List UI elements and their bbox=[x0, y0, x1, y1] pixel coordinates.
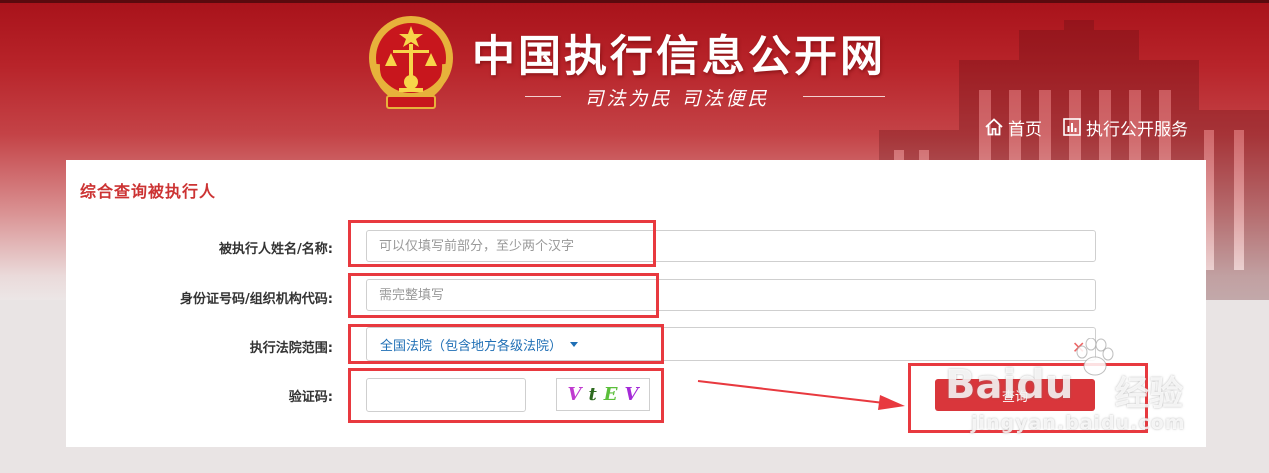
annotation-arrow-icon bbox=[697, 380, 905, 410]
